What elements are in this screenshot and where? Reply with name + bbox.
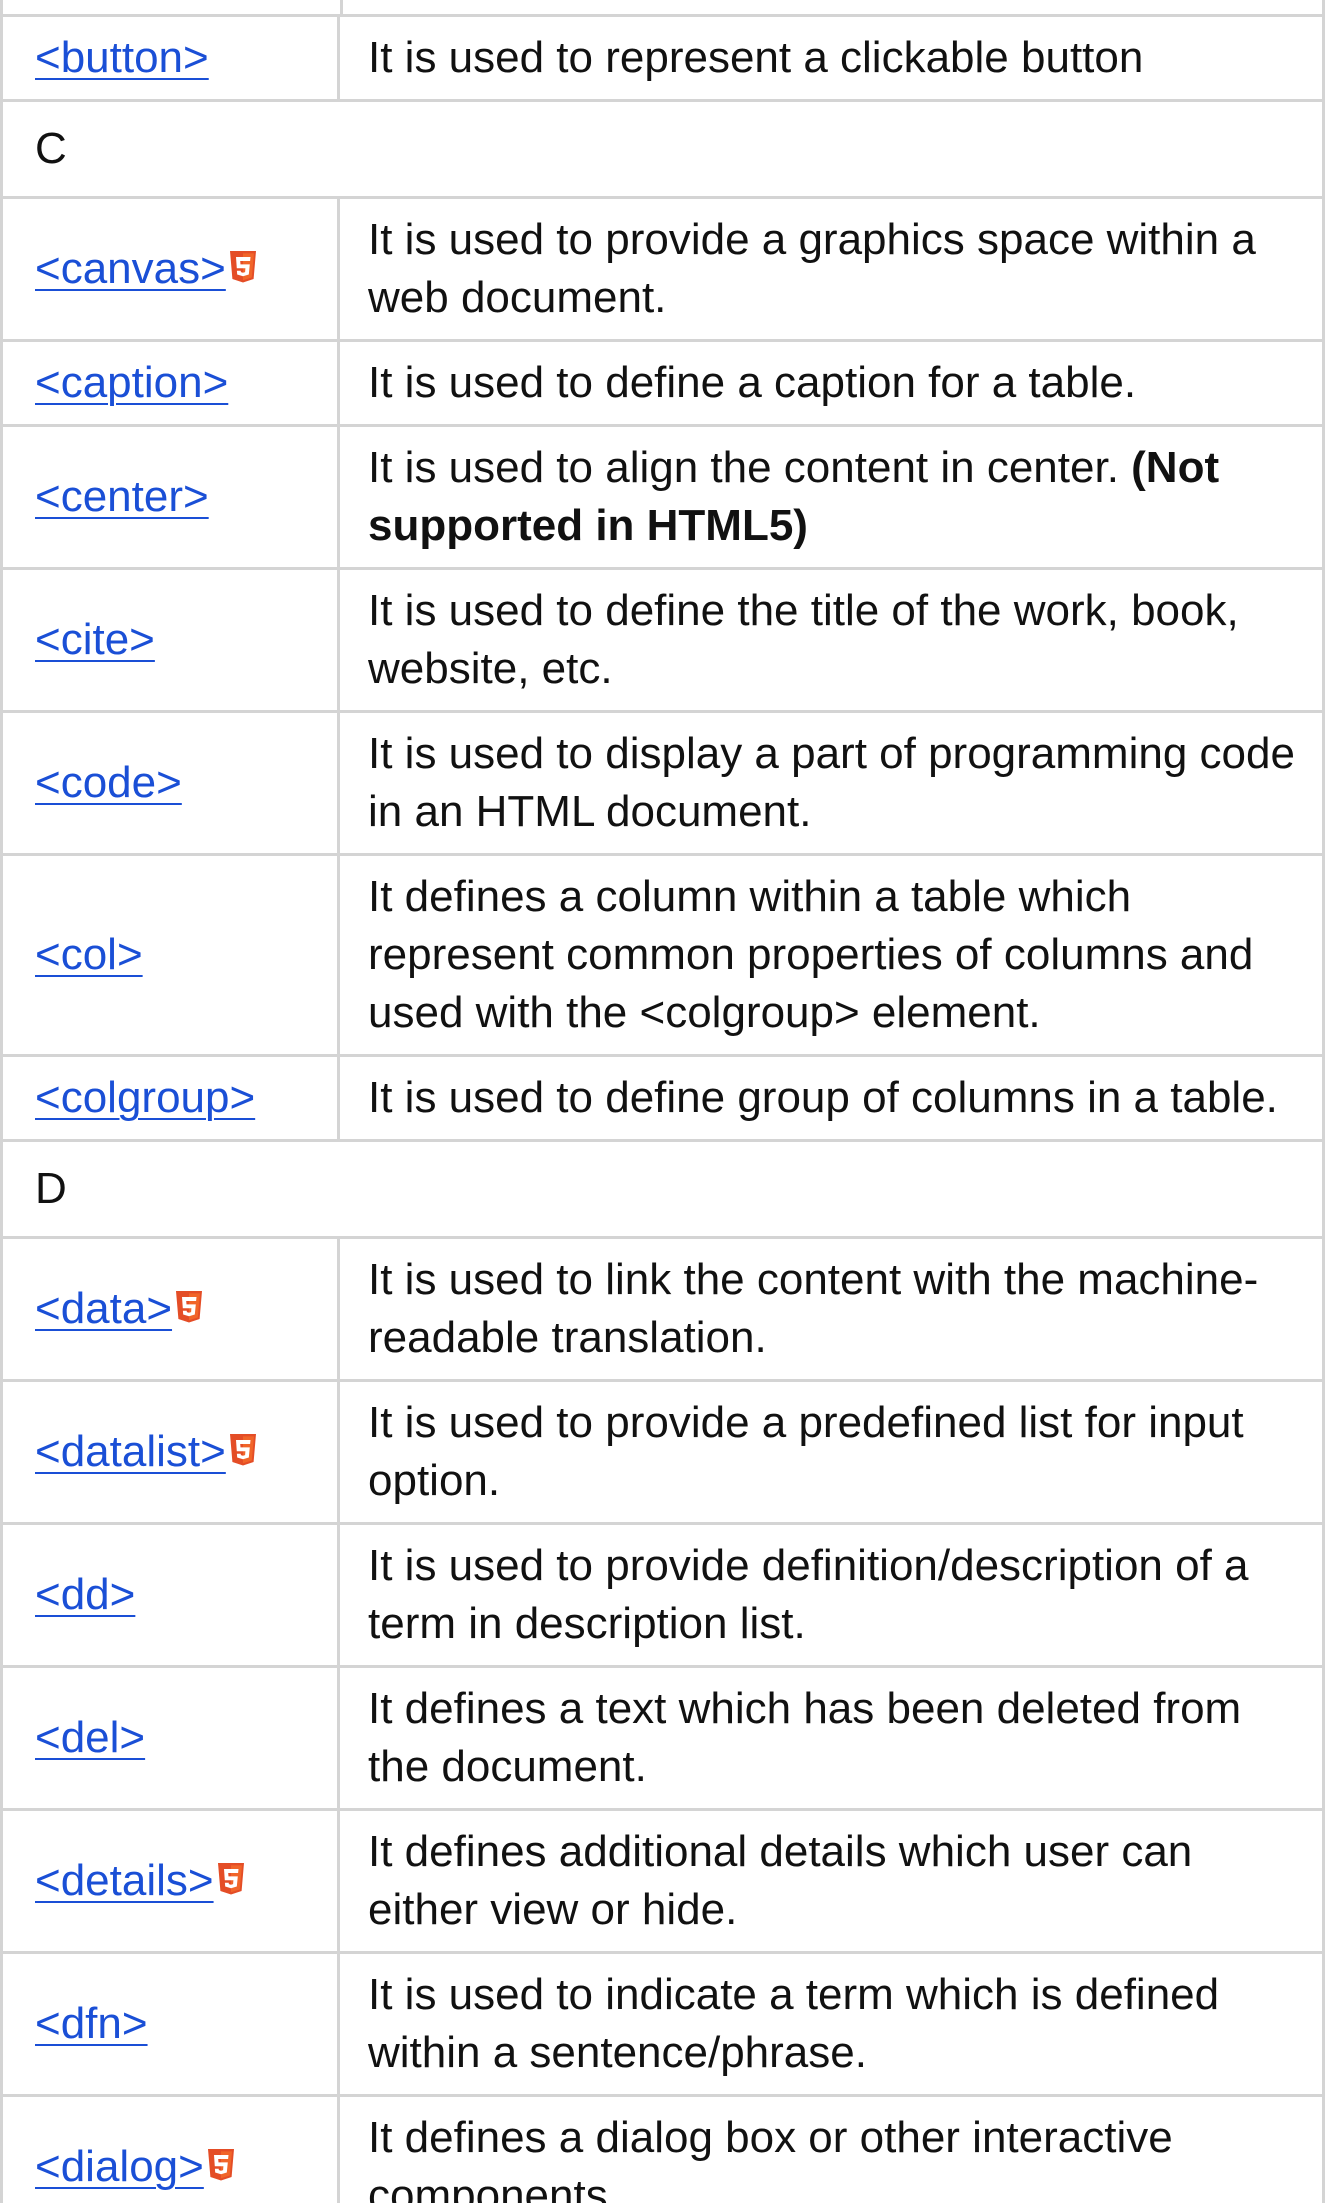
- tag-link[interactable]: <data>: [35, 1284, 172, 1333]
- tag-row: <datalist> It is used to provide a predef…: [0, 1379, 1325, 1525]
- tag-reference-page: <button> It is used to represent a clicka…: [0, 0, 1325, 2203]
- description-cell: It is used to provide a graphics space w…: [337, 196, 1325, 342]
- tag-row: <del> It defines a text which has been de…: [0, 1665, 1325, 1811]
- tag-row: <button> It is used to represent a clicka…: [0, 14, 1325, 102]
- description-cell: It defines a dialog box or other interac…: [337, 2094, 1325, 2203]
- description-cell: It is used to define group of columns in…: [337, 1054, 1325, 1142]
- html5-icon: [174, 1291, 204, 1325]
- tag-cell: <button>: [0, 14, 340, 102]
- tag-row: <dfn> It is used to indicate a term which…: [0, 1951, 1325, 2097]
- html5-icon: [228, 251, 258, 285]
- tag-cell: <colgroup>: [0, 1054, 340, 1142]
- description-cell: It is used to align the content in cente…: [337, 424, 1325, 570]
- tag-cell: <details>: [0, 1808, 340, 1954]
- section-letter: D: [0, 1139, 1325, 1239]
- tag-row: <colgroup> It is used to define group of …: [0, 1054, 1325, 1142]
- letter-section-row: D: [0, 1139, 1325, 1239]
- tag-cell: <data>: [0, 1236, 340, 1382]
- tag-row: <data> It is used to link the content wit…: [0, 1236, 1325, 1382]
- description-text: It is used to indicate a term which is d…: [368, 1970, 1220, 2077]
- tag-row: <dd> It is used to provide definition/des…: [0, 1522, 1325, 1668]
- description-text: It is used to represent a clickable butt…: [368, 33, 1144, 82]
- description-text: It defines a dialog box or other interac…: [368, 2113, 1173, 2203]
- html5-icon: [216, 1863, 246, 1897]
- tag-row: <cite> It is used to define the title of …: [0, 567, 1325, 713]
- description-text: It is used to define a caption for a tab…: [368, 358, 1137, 407]
- tag-row: <code> It is used to display a part of pr…: [0, 710, 1325, 856]
- description-cell: It is used to define a caption for a tab…: [337, 339, 1325, 427]
- description-cell: It is used to provide definition/descrip…: [337, 1522, 1325, 1668]
- tag-link[interactable]: <col>: [35, 930, 143, 979]
- description-text: It is used to define the title of the wo…: [368, 586, 1239, 693]
- tag-link[interactable]: <canvas>: [35, 244, 226, 293]
- description-cell: It is used to indicate a term which is d…: [337, 1951, 1325, 2097]
- tag-link[interactable]: <cite>: [35, 615, 155, 664]
- description-cell: It is used to display a part of programm…: [337, 710, 1325, 856]
- html5-icon: [206, 2149, 236, 2183]
- description-text: It is used to define group of columns in…: [368, 1073, 1278, 1122]
- description-text: It is used to display a part of programm…: [368, 729, 1295, 836]
- tag-cell: <code>: [0, 710, 340, 856]
- tag-cell: <dfn>: [0, 1951, 340, 2097]
- description-text: It defines a column within a table which…: [368, 872, 1254, 1037]
- description-text: It is used to provide definition/descrip…: [368, 1541, 1249, 1648]
- tag-link[interactable]: <dialog>: [35, 2142, 204, 2191]
- description-text: It is used to provide a graphics space w…: [368, 215, 1256, 322]
- tag-link[interactable]: <caption>: [35, 358, 228, 407]
- tag-cell: <dialog>: [0, 2094, 340, 2203]
- html-tags-table: <button> It is used to represent a clicka…: [0, 14, 1325, 2203]
- tag-row: <dialog> It defines a dialog box or other…: [0, 2094, 1325, 2203]
- tag-link[interactable]: <details>: [35, 1856, 214, 1905]
- tag-link[interactable]: <datalist>: [35, 1427, 226, 1476]
- tag-row: <caption> It is used to define a caption …: [0, 339, 1325, 427]
- table-body: <button> It is used to represent a clicka…: [0, 14, 1325, 2203]
- description-text: It defines additional details which user…: [368, 1827, 1193, 1934]
- tag-row: <details> It defines additional details w…: [0, 1808, 1325, 1954]
- letter-section-row: C: [0, 99, 1325, 199]
- tag-cell: <datalist>: [0, 1379, 340, 1525]
- table-top-edge: [0, 0, 1325, 14]
- tag-row: <canvas> It is used to provide a graphics…: [0, 196, 1325, 342]
- description-cell: It defines additional details which user…: [337, 1808, 1325, 1954]
- tag-link[interactable]: <dd>: [35, 1570, 135, 1619]
- description-cell: It is used to define the title of the wo…: [337, 567, 1325, 713]
- description-text: It defines a text which has been deleted…: [368, 1684, 1242, 1791]
- tag-link[interactable]: <dfn>: [35, 1999, 148, 2048]
- tag-cell: <cite>: [0, 567, 340, 713]
- tag-cell: <center>: [0, 424, 340, 570]
- tag-link[interactable]: <center>: [35, 472, 209, 521]
- section-letter: C: [0, 99, 1325, 199]
- tag-link[interactable]: <del>: [35, 1713, 145, 1762]
- description-text: It is used to provide a predefined list …: [368, 1398, 1244, 1505]
- description-text: It is used to link the content with the …: [368, 1255, 1259, 1362]
- tag-cell: <dd>: [0, 1522, 340, 1668]
- tag-row: <center> It is used to align the content …: [0, 424, 1325, 570]
- html5-icon: [228, 1434, 258, 1468]
- tag-cell: <caption>: [0, 339, 340, 427]
- description-text: It is used to align the content in cente…: [368, 443, 1132, 492]
- tag-link[interactable]: <colgroup>: [35, 1073, 255, 1122]
- description-cell: It defines a text which has been deleted…: [337, 1665, 1325, 1811]
- description-cell: It is used to link the content with the …: [337, 1236, 1325, 1382]
- tag-row: <col> It defines a column within a table …: [0, 853, 1325, 1057]
- description-cell: It is used to represent a clickable butt…: [337, 14, 1325, 102]
- description-cell: It defines a column within a table which…: [337, 853, 1325, 1057]
- tag-cell: <canvas>: [0, 196, 340, 342]
- tag-link[interactable]: <code>: [35, 758, 182, 807]
- tag-link[interactable]: <button>: [35, 33, 209, 82]
- description-cell: It is used to provide a predefined list …: [337, 1379, 1325, 1525]
- tag-cell: <col>: [0, 853, 340, 1057]
- tag-cell: <del>: [0, 1665, 340, 1811]
